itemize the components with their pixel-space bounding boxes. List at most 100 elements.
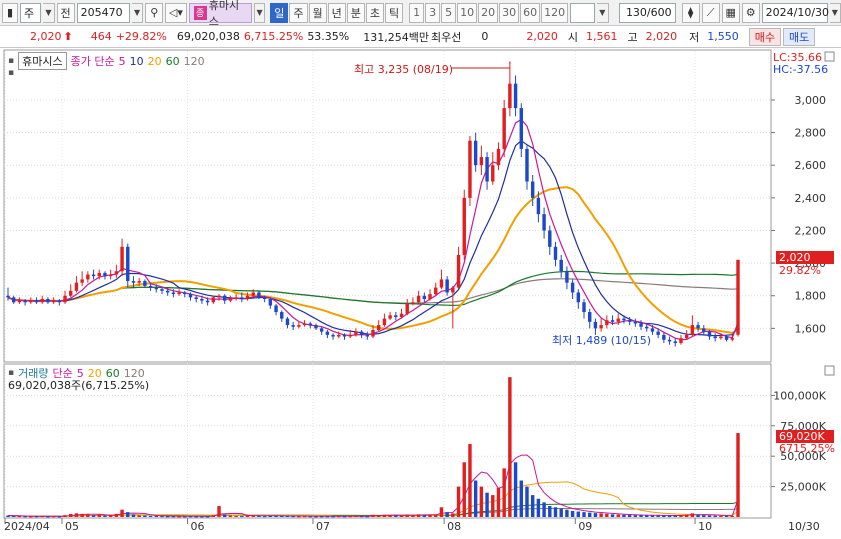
date-input[interactable]: 2024/10/30 xyxy=(761,2,829,23)
volume-bar xyxy=(291,516,295,518)
candle-style-icon[interactable]: ⧫ xyxy=(681,2,700,23)
up-arrow-icon: ⬆ xyxy=(63,30,73,43)
volume-bar xyxy=(559,508,563,517)
candle-body xyxy=(302,323,307,326)
stock-code-input[interactable]: 205470 xyxy=(76,2,130,23)
candle-body xyxy=(228,299,233,301)
volume-bar xyxy=(394,515,398,517)
candle-body xyxy=(154,287,158,290)
name-dropdown-icon[interactable]: ▼ xyxy=(253,2,266,23)
candle-body xyxy=(530,181,535,198)
ma10-legend[interactable]: 10 xyxy=(130,55,144,68)
chart-type-icon[interactable]: ▮ xyxy=(2,2,18,23)
month-label: 08 xyxy=(447,520,461,533)
sell-button[interactable]: 매도 xyxy=(783,27,816,46)
market-dropdown-icon[interactable]: ▼ xyxy=(43,2,55,23)
candle-body xyxy=(502,108,506,149)
volume-bar xyxy=(188,516,193,518)
ma5-legend[interactable]: 5 xyxy=(119,55,126,68)
volume-pane-close-icon[interactable] xyxy=(824,365,835,376)
volume-bar xyxy=(257,515,261,517)
candle-body xyxy=(126,246,130,282)
stock-name-legend[interactable]: 휴마시스 xyxy=(18,52,67,70)
minute-unit-tab[interactable]: 30 xyxy=(499,2,520,23)
minute-unit-tab[interactable]: 120 xyxy=(541,2,569,23)
grid-icon[interactable]: ▦ xyxy=(721,2,740,23)
volume-bar xyxy=(63,515,67,517)
candle-body xyxy=(308,323,312,326)
candle-body xyxy=(702,328,706,332)
period-tab[interactable]: 월 xyxy=(308,2,327,23)
search-icon[interactable]: ⚲ xyxy=(145,2,164,23)
minute-unit-tab[interactable]: 10 xyxy=(457,2,478,23)
draw-tools-icon[interactable]: ⟋ xyxy=(701,2,720,23)
candle-body xyxy=(679,338,683,344)
volume-bar xyxy=(719,515,723,517)
candle-body xyxy=(376,325,381,330)
volume-bar xyxy=(365,516,370,518)
bar-count-input[interactable]: 130/600 xyxy=(618,2,676,23)
market-select[interactable]: 주 xyxy=(20,2,42,23)
open-price: 1,561 xyxy=(586,30,618,43)
minute-unit-tab[interactable]: 20 xyxy=(478,2,499,23)
period-tab[interactable]: 분 xyxy=(346,2,365,23)
candle-body xyxy=(165,290,170,293)
volume-bar xyxy=(160,516,164,518)
volume-bar xyxy=(137,515,141,517)
ma120-legend[interactable]: 120 xyxy=(184,55,205,68)
candle-body xyxy=(553,246,558,260)
volume-bar xyxy=(502,468,506,517)
price-pane-menu-icon[interactable]: ▪ xyxy=(8,68,14,78)
price-pane-close-icon[interactable] xyxy=(824,51,835,62)
candle-body xyxy=(34,300,39,303)
high-annotation: 최고 3,235 (08/19) xyxy=(354,63,453,76)
period-tab[interactable]: 초 xyxy=(365,2,385,23)
date-dropdown-icon[interactable]: ▼ xyxy=(829,2,841,23)
period-tab[interactable]: 틱 xyxy=(385,2,404,23)
stock-name: 휴마시스 xyxy=(208,0,240,28)
candle-body xyxy=(40,299,44,303)
volume-bar xyxy=(416,514,421,517)
volume-bar xyxy=(622,514,626,517)
candle-body xyxy=(388,315,392,319)
stock-chart[interactable]: 1,6001,8002,0002,2002,4002,6002,8003,000… xyxy=(0,48,841,539)
code-dropdown-icon[interactable]: ▼ xyxy=(131,2,144,23)
minute-unit-tab[interactable]: 3 xyxy=(425,2,441,23)
gear-icon[interactable]: ⚙ xyxy=(741,2,760,23)
period-tab[interactable]: 일 xyxy=(270,2,289,23)
candle-body xyxy=(707,331,712,337)
volume-bar xyxy=(217,506,221,517)
minute-unit-tab[interactable]: 1 xyxy=(409,2,425,23)
period-tab[interactable]: 년 xyxy=(327,2,346,23)
volume-bar xyxy=(485,492,489,517)
type-toggle[interactable]: 전 xyxy=(56,2,75,23)
stock-name-box[interactable]: 종 휴마시스 xyxy=(188,0,252,28)
unit-dropdown-icon[interactable]: ▼ xyxy=(597,2,609,23)
minute-unit-tab[interactable]: 60 xyxy=(520,2,541,23)
candle-body xyxy=(160,289,164,291)
price-tag: 2,020 xyxy=(779,251,811,264)
unit-input[interactable] xyxy=(570,2,596,23)
ma60-legend[interactable]: 60 xyxy=(166,55,180,68)
period-tab[interactable]: 주 xyxy=(289,2,308,23)
candle-body xyxy=(468,140,472,198)
volume-bar xyxy=(645,515,649,517)
volume-bar xyxy=(422,515,427,517)
volume-bar xyxy=(74,513,79,517)
sound-icon[interactable]: ◁▾ xyxy=(165,2,187,23)
candle-body xyxy=(11,297,16,303)
buy-button[interactable]: 매수 xyxy=(748,27,781,46)
minute-unit-tab[interactable]: 5 xyxy=(441,2,457,23)
candle-body xyxy=(17,300,22,303)
candle-body xyxy=(434,287,438,295)
candle-body xyxy=(382,318,387,326)
vol-pct-tag: 6715.25% xyxy=(779,442,835,455)
ma20-legend[interactable]: 20 xyxy=(148,55,162,68)
volume-bar xyxy=(445,512,449,517)
pref-value: 0 xyxy=(481,30,489,43)
ma-type-legend[interactable]: 종가 단순 xyxy=(71,53,115,69)
volume-bar xyxy=(376,515,381,517)
volume-bar xyxy=(667,515,672,517)
period-tabs: 일주월년분초틱 xyxy=(270,2,404,23)
volume-bar xyxy=(91,515,96,517)
